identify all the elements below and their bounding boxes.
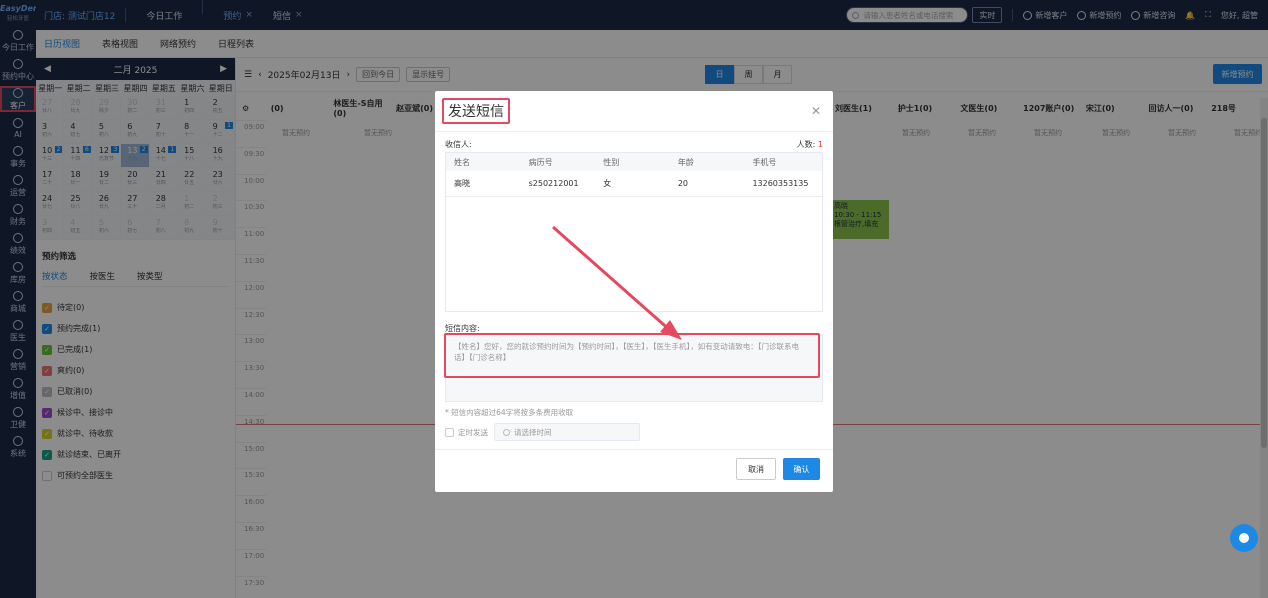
table-row[interactable]: 高晓 s250212001 女 20 13260353135: [446, 171, 822, 197]
header-gender: 性别: [603, 157, 620, 167]
cell-record-no: s250212001: [528, 179, 579, 188]
recipient-count: 人数: 1: [797, 139, 823, 150]
cell-name: 高晓: [454, 179, 470, 188]
cell-phone: 13260353135: [752, 179, 809, 188]
header-phone: 手机号: [752, 157, 777, 167]
cell-gender: 女: [603, 179, 612, 188]
time-picker[interactable]: 请选择时间: [494, 423, 640, 441]
scheduled-send: 定时发送 请选择时间: [445, 423, 640, 441]
header-age: 年龄: [677, 157, 694, 167]
header-name: 姓名: [454, 157, 470, 167]
recipient-table: 姓名 病历号 性别 年龄 手机号 高晓 s250212001 女 20 1326…: [445, 152, 823, 312]
recipient-count-label: 人数:: [796, 140, 816, 149]
close-icon[interactable]: ✕: [811, 104, 821, 118]
sms-content-text[interactable]: 【姓名】您好，您的就诊预约时间为【预约时间】，【医生】，【医生手机】，如有变动请…: [444, 333, 820, 378]
time-placeholder: 请选择时间: [514, 427, 552, 437]
recipient-label: 收信人:: [445, 140, 472, 149]
header-record-no: 病历号: [528, 157, 553, 167]
dialog-title: 发送短信: [442, 98, 510, 124]
assistant-button[interactable]: [1230, 524, 1258, 552]
sms-note: * 短信内容超过64字将按多条费用收取: [445, 408, 574, 417]
recipient-count-value: 1: [817, 140, 823, 149]
confirm-button[interactable]: 确认: [783, 458, 820, 480]
cancel-button[interactable]: 取消: [736, 458, 776, 480]
table-header: 姓名 病历号 性别 年龄 手机号: [446, 153, 822, 171]
cell-age: 20: [677, 179, 689, 188]
send-sms-dialog: 发送短信 ✕ 收信人: 人数: 1 姓名 病历号 性别 年龄 手机号 高晓 s2…: [435, 91, 833, 492]
clock-icon: [503, 428, 510, 436]
scheduled-send-checkbox[interactable]: [445, 427, 454, 437]
user-avatar-icon: [1239, 533, 1249, 543]
scheduled-send-label: 定时发送: [458, 427, 488, 437]
